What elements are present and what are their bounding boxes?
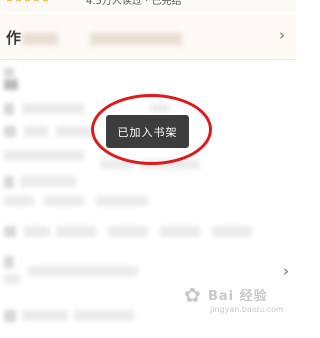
- blurred-content: [96, 196, 148, 206]
- blurred-content: [24, 126, 48, 137]
- chevron-right-icon: ›: [279, 26, 285, 44]
- blurred-content: [100, 160, 134, 169]
- blurred-content: [140, 160, 200, 169]
- watermark-url: jingyan.baidu.com: [210, 305, 284, 314]
- blurred-content: [22, 103, 84, 114]
- blurred-content: [160, 226, 200, 237]
- blurred-content: [4, 274, 20, 284]
- blurred-content: [4, 196, 34, 206]
- blurred-content: [4, 103, 14, 115]
- blurred-content: [4, 150, 84, 161]
- author-name-blurred: [22, 33, 58, 45]
- blurred-content: [4, 126, 16, 137]
- blurred-content: [4, 176, 14, 188]
- blurred-content: [74, 310, 134, 321]
- blurred-content: [4, 79, 18, 90]
- blurred-content: [20, 176, 76, 187]
- blurred-content: [22, 310, 68, 321]
- rating-stars: ★★★★★: [5, 0, 50, 6]
- paw-icon: ✿: [184, 283, 201, 307]
- top-info-strip: ★★★★★ 4.5万人读过 · 已完结: [0, 0, 296, 12]
- blurred-content: [4, 68, 14, 77]
- blurred-content: [108, 226, 148, 237]
- watermark-text: Bai 经验: [208, 289, 268, 304]
- blurred-content: [56, 126, 92, 137]
- blurred-content: [56, 226, 96, 237]
- chevron-right-icon: ›: [283, 262, 289, 280]
- author-row[interactable]: 作 ›: [0, 14, 296, 60]
- author-label: 作: [6, 29, 22, 47]
- blurred-content: [150, 104, 170, 112]
- blurred-content: [4, 226, 16, 237]
- blurred-content: [4, 310, 16, 322]
- read-count-text: 4.5万人读过 · 已完结: [86, 0, 182, 7]
- blurred-content: [4, 256, 14, 268]
- baidu-jingyan-watermark: ✿ Bai 经验 jingyan.baidu.com: [184, 281, 284, 323]
- author-info-blurred: [90, 33, 182, 45]
- blurred-content: [44, 196, 84, 206]
- blurred-content: [212, 226, 252, 237]
- toast-message: 已加入书架: [117, 125, 178, 139]
- added-to-bookshelf-toast: 已加入书架: [106, 115, 189, 148]
- blurred-content: [24, 226, 50, 237]
- blurred-content: [28, 266, 138, 276]
